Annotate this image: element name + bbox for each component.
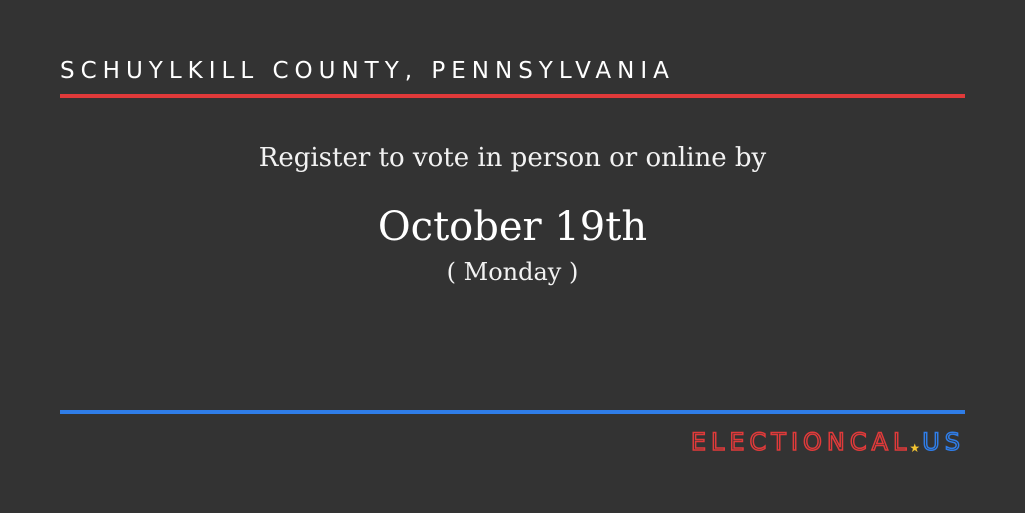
deadline-weekday: ( Monday ) <box>446 258 579 286</box>
top-divider <box>60 94 965 98</box>
star-icon: ★ <box>909 441 921 455</box>
registration-intro: Register to vote in person or online by <box>258 143 767 173</box>
county-title: SCHUYLKILL COUNTY, PENNSYLVANIA <box>60 58 675 84</box>
brand-logo: ELECTIONCAL★US <box>690 427 965 457</box>
bottom-divider <box>60 410 965 414</box>
brand-tld: US <box>921 427 965 457</box>
deadline-date: October 19th <box>377 204 648 250</box>
brand-name: ELECTIONCAL <box>690 427 912 457</box>
registration-card: SCHUYLKILL COUNTY, PENNSYLVANIA Register… <box>0 0 1025 513</box>
